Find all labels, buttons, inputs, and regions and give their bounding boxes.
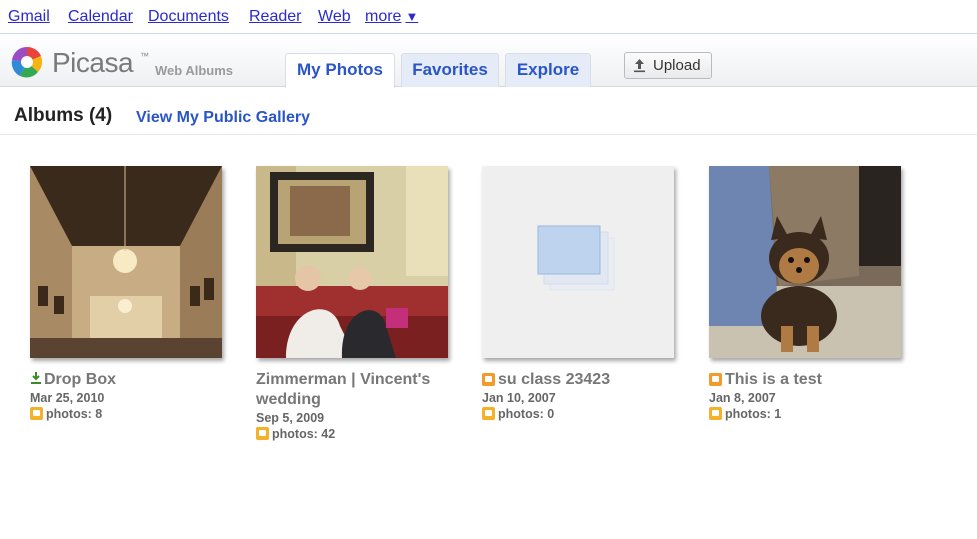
calendar-link[interactable]: Calendar	[68, 8, 133, 26]
albums-title: Albums (4)	[14, 105, 113, 126]
album-thumbnail[interactable]	[482, 166, 674, 358]
puppy-photo	[709, 166, 901, 358]
album-date: Jan 10, 2007	[482, 391, 556, 405]
library-hall-photo	[30, 166, 222, 358]
more-link[interactable]: more ▼	[365, 8, 418, 26]
upload-icon	[634, 59, 645, 73]
photo-count-text: photos: 0	[498, 407, 555, 421]
more-label: more	[365, 8, 402, 25]
upload-button[interactable]: Upload	[624, 52, 712, 79]
tab-favorites[interactable]: Favorites	[401, 53, 499, 87]
picasa-logo-text: Picasa	[52, 47, 134, 78]
album-title-link[interactable]: Drop Box	[30, 370, 230, 390]
google-bar: Gmail Calendar Documents Reader Web more…	[0, 0, 977, 34]
album-visibility-icon	[30, 407, 43, 420]
album-info: This is a test Jan 8, 2007 photos: 1	[709, 370, 909, 422]
gmail-link[interactable]: Gmail	[8, 8, 50, 26]
album-visibility-icon	[256, 427, 269, 440]
album-title-text: This is a test	[725, 371, 822, 388]
album-photo-count: photos: 42	[256, 426, 456, 442]
blogger-icon	[709, 373, 722, 386]
albums-heading-bar: Albums (4) View My Public Gallery	[0, 95, 977, 135]
album-date: Sep 5, 2009	[256, 411, 325, 425]
tab-explore[interactable]: Explore	[505, 53, 591, 87]
album-date: Mar 25, 2010	[30, 391, 105, 405]
web-albums-subtitle: Web Albums	[155, 63, 234, 78]
album-date: Jan 8, 2007	[709, 391, 776, 405]
trademark-symbol: ™	[140, 51, 149, 61]
album-photo-count: photos: 0	[482, 406, 682, 422]
empty-album-icon	[482, 166, 674, 358]
album-photo-count: photos: 8	[30, 406, 230, 422]
album-info: su class 23423 Jan 10, 2007 photos: 0	[482, 370, 682, 422]
album-thumbnail[interactable]	[30, 166, 222, 358]
view-public-gallery-link[interactable]: View My Public Gallery	[136, 109, 310, 127]
album-title-text: su class 23423	[498, 371, 611, 388]
album-visibility-icon	[709, 407, 722, 420]
web-link[interactable]: Web	[318, 8, 351, 26]
upload-label: Upload	[653, 57, 701, 74]
wedding-photo	[256, 166, 448, 358]
album-visibility-icon	[482, 407, 495, 420]
album-thumbnail[interactable]	[709, 166, 901, 358]
photo-count-text: photos: 8	[46, 407, 103, 421]
chevron-down-icon: ▼	[405, 9, 419, 24]
photo-count-text: photos: 42	[272, 427, 336, 441]
album-title-link[interactable]: su class 23423	[482, 370, 682, 390]
tab-my-photos[interactable]: My Photos	[285, 53, 395, 88]
download-icon	[31, 372, 41, 384]
album-title-text: Drop Box	[44, 371, 116, 388]
album-title-link[interactable]: This is a test	[709, 370, 909, 390]
picasa-logo-icon[interactable]	[10, 45, 44, 79]
album-title-text[interactable]: Zimmerman | Vincent's wedding	[256, 370, 452, 410]
photo-count-text: photos: 1	[725, 407, 782, 421]
picasa-header: Picasa ™ Web Albums My Photos Favorites …	[0, 35, 977, 88]
album-info: Zimmerman | Vincent's wedding Sep 5, 200…	[256, 370, 456, 442]
album-photo-count: photos: 1	[709, 406, 909, 422]
album-thumbnail[interactable]	[256, 166, 448, 358]
reader-link[interactable]: Reader	[249, 8, 301, 26]
blogger-icon	[482, 373, 495, 386]
documents-link[interactable]: Documents	[148, 8, 229, 26]
album-info: Drop Box Mar 25, 2010 photos: 8	[30, 370, 230, 422]
